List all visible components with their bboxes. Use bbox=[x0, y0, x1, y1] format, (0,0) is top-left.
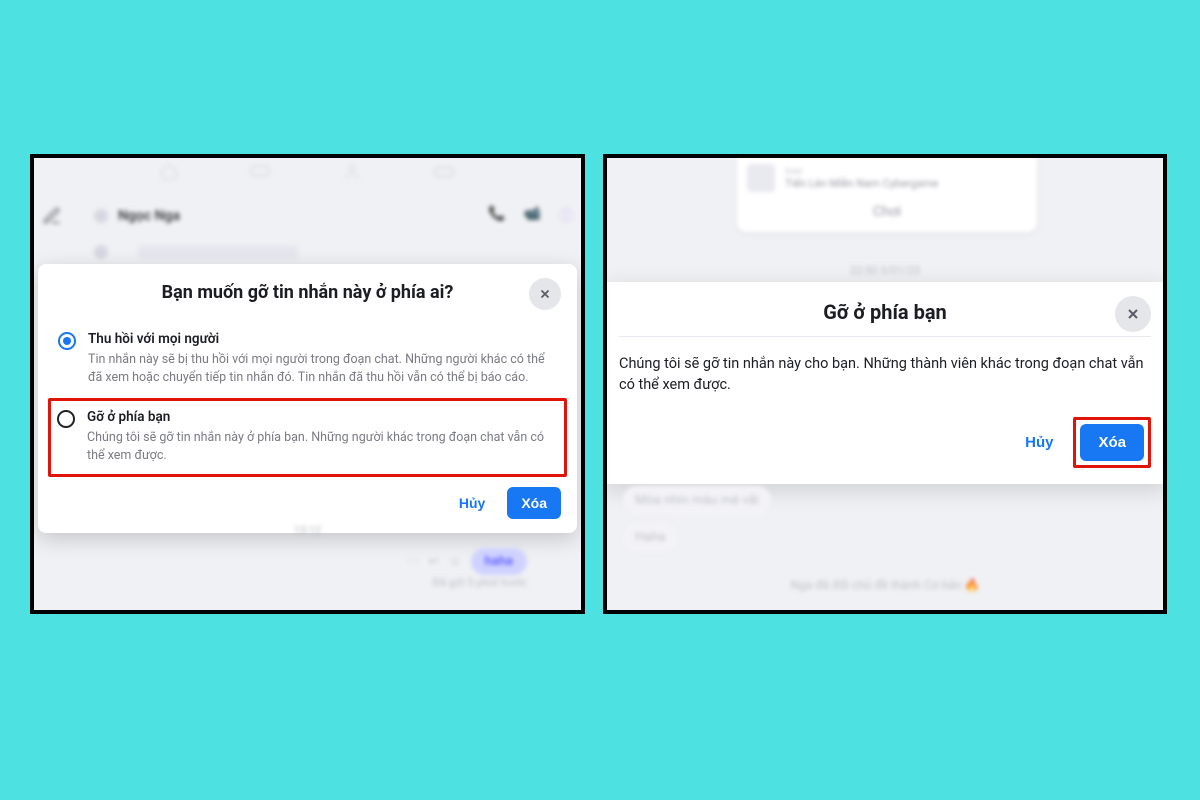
received-message-bubble[interactable]: Móa nhìn màu mè vãi bbox=[623, 486, 771, 515]
option-remove-for-you[interactable]: Gỡ ở phía bạn Chúng tôi sẽ gỡ tin nhắn n… bbox=[55, 407, 558, 466]
dialog-body: Chúng tôi sẽ gỡ tin nhắn này cho bạn. Nh… bbox=[619, 353, 1151, 395]
game-icon-label: Icon bbox=[785, 167, 938, 177]
timestamp: 22:50 3/01/23 bbox=[850, 264, 920, 277]
cancel-button[interactable]: Hủy bbox=[445, 487, 499, 519]
chat-header-actions: 📞 📹 ⓘ bbox=[488, 206, 573, 226]
game-card[interactable]: Icon Tiến Lên Miền Nam Cybergame Chơi bbox=[737, 156, 1037, 232]
chat-list-row bbox=[94, 238, 573, 266]
cancel-button[interactable]: Hủy bbox=[1009, 424, 1069, 461]
video-icon bbox=[250, 163, 270, 183]
app-top-nav bbox=[34, 158, 581, 188]
timestamp: 15:12 bbox=[294, 524, 321, 537]
people-icon bbox=[343, 162, 361, 184]
delete-button[interactable]: Xóa bbox=[1080, 424, 1144, 461]
game-thumbnail bbox=[747, 164, 775, 192]
close-button[interactable] bbox=[529, 278, 561, 310]
avatar bbox=[94, 245, 108, 259]
system-message: Nga đã đổi chủ đề thành Cơ bản 🔥 bbox=[790, 578, 979, 592]
call-icon[interactable]: 📞 bbox=[488, 206, 505, 226]
option-title: Gỡ ở phía bạn bbox=[87, 409, 556, 425]
chat-name: Ngọc Nga bbox=[118, 208, 180, 224]
option-unsend-everyone[interactable]: Thu hồi với mọi người Tin nhắn này sẽ bị… bbox=[54, 323, 561, 396]
option-description: Chúng tôi sẽ gỡ tin nhắn này ở phía bạn.… bbox=[87, 429, 556, 464]
screenshot-right: Icon Tiến Lên Miền Nam Cybergame Chơi 22… bbox=[603, 154, 1167, 614]
compose-icon[interactable] bbox=[42, 206, 66, 230]
message-reactions: ⋯ ↩ ☺ bbox=[407, 554, 461, 568]
option-description: Tin nhắn này sẽ bị thu hồi với mọi người… bbox=[88, 351, 557, 386]
chat-messages-background: Móa nhìn màu mè vãi Haha bbox=[623, 486, 1147, 560]
highlight-annotation: Xóa bbox=[1073, 417, 1151, 468]
placeholder-bar bbox=[138, 245, 298, 259]
info-icon[interactable]: ⓘ bbox=[559, 206, 573, 226]
avatar bbox=[94, 209, 108, 223]
more-icon[interactable]: ⋯ bbox=[407, 554, 419, 568]
play-button[interactable]: Chơi bbox=[747, 198, 1027, 222]
chat-background: 15:12 ⋯ ↩ ☺ haha Đã gửi 5 phút trước bbox=[34, 522, 581, 610]
sent-message-bubble[interactable]: haha bbox=[471, 548, 527, 575]
radio-selected-icon[interactable] bbox=[58, 332, 76, 350]
radio-unselected-icon[interactable] bbox=[57, 410, 75, 428]
dialog-title: Bạn muốn gỡ tin nhắn này ở phía ai? bbox=[162, 282, 454, 303]
game-name: Tiến Lên Miền Nam Cybergame bbox=[785, 177, 938, 190]
sent-status: Đã gửi 5 phút trước bbox=[433, 576, 527, 589]
dialog-title: Gỡ ở phía bạn bbox=[619, 300, 1151, 324]
highlight-annotation: Gỡ ở phía bạn Chúng tôi sẽ gỡ tin nhắn n… bbox=[48, 398, 567, 477]
chat-header: Ngọc Nga 📞 📹 ⓘ bbox=[94, 198, 573, 234]
reply-icon[interactable]: ↩ bbox=[429, 554, 439, 568]
screenshot-left: Ngọc Nga 📞 📹 ⓘ Bạn muốn gỡ tin nhắn này … bbox=[30, 154, 585, 614]
unsend-dialog: Bạn muốn gỡ tin nhắn này ở phía ai? Thu … bbox=[38, 264, 577, 533]
game-nav-icon bbox=[433, 164, 455, 183]
video-call-icon[interactable]: 📹 bbox=[524, 206, 541, 226]
delete-button[interactable]: Xóa bbox=[507, 487, 561, 519]
close-button[interactable] bbox=[1115, 296, 1151, 332]
emoji-react-icon[interactable]: ☺ bbox=[449, 554, 461, 568]
received-message-bubble[interactable]: Haha bbox=[623, 523, 678, 552]
option-title: Thu hồi với mọi người bbox=[88, 331, 557, 347]
remove-confirmation-dialog: Gỡ ở phía bạn Chúng tôi sẽ gỡ tin nhắn n… bbox=[603, 282, 1167, 484]
home-icon bbox=[160, 162, 178, 184]
